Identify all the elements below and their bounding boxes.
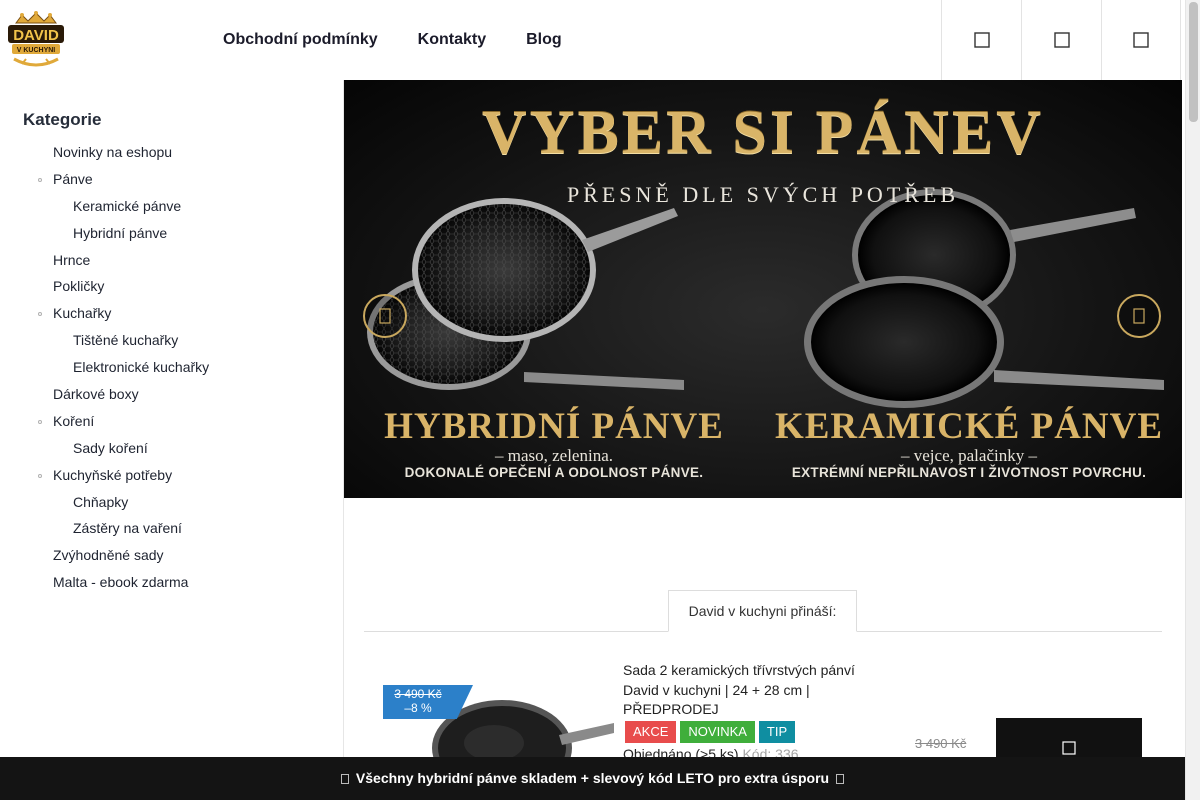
expand-bullet-icon bbox=[38, 419, 42, 424]
category-item-malta-ebook[interactable]: Malta - ebook zdarma bbox=[0, 569, 340, 596]
scrollbar-thumb[interactable] bbox=[1189, 2, 1198, 122]
site-logo[interactable]: DAVID V KUCHYNI bbox=[4, 9, 68, 71]
category-label: Chňapky bbox=[73, 493, 129, 510]
category-label: Malta - ebook zdarma bbox=[53, 574, 189, 591]
product-old-price: 3 490 Kč bbox=[915, 736, 967, 751]
search-icon bbox=[973, 32, 990, 48]
cart-button[interactable] bbox=[1101, 0, 1181, 80]
promo-icon-left bbox=[341, 774, 350, 784]
badge-tip: TIP bbox=[758, 721, 796, 743]
category-label: Keramické pánve bbox=[73, 197, 182, 214]
category-list: Novinky na eshopu Pánve Keramické pánve … bbox=[0, 139, 340, 596]
category-label: Dárkové boxy bbox=[53, 386, 139, 403]
category-item-kucharky[interactable]: Kuchařky bbox=[0, 300, 340, 327]
banner-right-small: – vejce, palačinky – bbox=[901, 446, 1037, 465]
user-icon bbox=[1053, 32, 1070, 48]
expand-bullet-icon bbox=[38, 473, 42, 478]
search-button[interactable] bbox=[941, 0, 1021, 80]
expand-bullet-icon bbox=[38, 177, 42, 182]
product-badges: AKCE NOVINKA TIP bbox=[625, 721, 796, 743]
flag-discount: –8 % bbox=[404, 701, 432, 715]
nav-blog[interactable]: Blog bbox=[526, 30, 562, 50]
category-label: Novinky na eshopu bbox=[53, 144, 173, 160]
tab-david-prinasi[interactable]: David v kuchyni přináší: bbox=[668, 590, 857, 632]
banner-left-tag: DOKONALÉ OPEČENÍ A ODOLNOST PÁNVE. bbox=[404, 465, 704, 480]
banner-title: VYBER SI PÁNEV bbox=[481, 99, 1045, 167]
user-button[interactable] bbox=[1021, 0, 1101, 80]
cart-icon bbox=[1133, 32, 1149, 48]
sidebar-title: Kategorie bbox=[23, 110, 102, 129]
category-label: Kuchařky bbox=[53, 305, 112, 322]
carousel-prev-button[interactable] bbox=[363, 294, 407, 338]
category-label: Kuchyňské potřeby bbox=[53, 466, 173, 483]
category-label: Tištěné kuchařky bbox=[73, 332, 179, 349]
banner-left-label: HYBRIDNÍ PÁNVE bbox=[384, 406, 724, 447]
banner-subtitle: PŘESNĚ DLE SVÝCH POTŘEB bbox=[566, 182, 960, 207]
category-label: Hrnce bbox=[53, 251, 91, 268]
category-item-koreni[interactable]: Koření bbox=[0, 408, 340, 435]
site-header: DAVID V KUCHYNI Obchodní podmínky Kontak… bbox=[0, 0, 1185, 80]
category-label: Zvýhodněné sady bbox=[53, 547, 164, 564]
logo-text: DAVID bbox=[13, 27, 59, 44]
category-sidebar: Kategorie Novinky na eshopu Pánve Kerami… bbox=[0, 80, 344, 800]
nav-kontakty[interactable]: Kontakty bbox=[418, 30, 486, 50]
banner-right-label: KERAMICKÉ PÁNVE bbox=[774, 406, 1164, 447]
category-label: Hybridní pánve bbox=[73, 224, 168, 241]
cart-icon bbox=[1062, 741, 1076, 755]
category-item-sady-koreni[interactable]: Sady koření bbox=[0, 435, 340, 462]
category-item-novinky[interactable]: Novinky na eshopu bbox=[0, 139, 340, 166]
main-nav: Obchodní podmínky Kontakty Blog bbox=[223, 30, 562, 50]
category-label: Zástěry na vaření bbox=[73, 520, 182, 537]
promo-icon-right bbox=[835, 774, 844, 784]
page-scrollbar[interactable] bbox=[1185, 0, 1200, 800]
banner-left-small: – maso, zelenina. bbox=[494, 446, 613, 465]
flag-old-price: 3 490 Kč bbox=[394, 687, 442, 701]
chevron-right-icon bbox=[1133, 308, 1145, 324]
product-name[interactable]: Sada 2 keramických třívrstvých pánví Dav… bbox=[623, 661, 873, 720]
category-item-kuchynske-potreby[interactable]: Kuchyňské potřeby bbox=[0, 462, 340, 489]
carousel-next-button[interactable] bbox=[1117, 294, 1161, 338]
category-item-hybridni-panve[interactable]: Hybridní pánve bbox=[0, 220, 340, 247]
promo-text: Všechny hybridní pánve skladem + slevový… bbox=[355, 770, 830, 786]
hero-banner[interactable]: VYBER SI PÁNEV PŘESNĚ DLE SVÝCH POTŘEB H… bbox=[344, 80, 1182, 498]
category-item-chnapky[interactable]: Chňapky bbox=[0, 489, 340, 516]
category-item-poklicky[interactable]: Pokličky bbox=[0, 273, 340, 300]
category-item-panve[interactable]: Pánve bbox=[0, 166, 340, 193]
banner-right-tag: EXTRÉMNÍ NEPŘILNAVOST I ŽIVOTNOST POVRCH… bbox=[791, 465, 1147, 480]
category-item-zvyhodnene-sady[interactable]: Zvýhodněné sady bbox=[0, 542, 340, 569]
category-item-keramicke-panve[interactable]: Keramické pánve bbox=[0, 193, 340, 220]
category-label: Koření bbox=[53, 412, 95, 429]
category-label: Pokličky bbox=[53, 278, 105, 295]
category-item-elektronicke-kucharky[interactable]: Elektronické kuchařky bbox=[0, 354, 340, 381]
badge-novinka: NOVINKA bbox=[680, 721, 755, 743]
badge-akce: AKCE bbox=[625, 721, 677, 743]
category-item-hrnce[interactable]: Hrnce bbox=[0, 247, 340, 274]
category-item-darkove-boxy[interactable]: Dárkové boxy bbox=[0, 381, 340, 408]
expand-bullet-icon bbox=[38, 312, 42, 317]
category-item-zastery[interactable]: Zástěry na vaření bbox=[0, 515, 340, 542]
chevron-left-icon bbox=[379, 308, 391, 324]
nav-obchodni-podminky[interactable]: Obchodní podmínky bbox=[223, 30, 378, 50]
category-label: Elektronické kuchařky bbox=[73, 359, 210, 376]
promo-bar[interactable]: Všechny hybridní pánve skladem + slevový… bbox=[0, 757, 1185, 800]
category-label: Sady koření bbox=[73, 439, 148, 456]
category-label: Pánve bbox=[53, 170, 93, 187]
logo-subtext: V KUCHYNI bbox=[17, 47, 56, 54]
category-item-tistene-kucharky[interactable]: Tištěné kuchařky bbox=[0, 327, 340, 354]
header-actions bbox=[941, 0, 1181, 80]
